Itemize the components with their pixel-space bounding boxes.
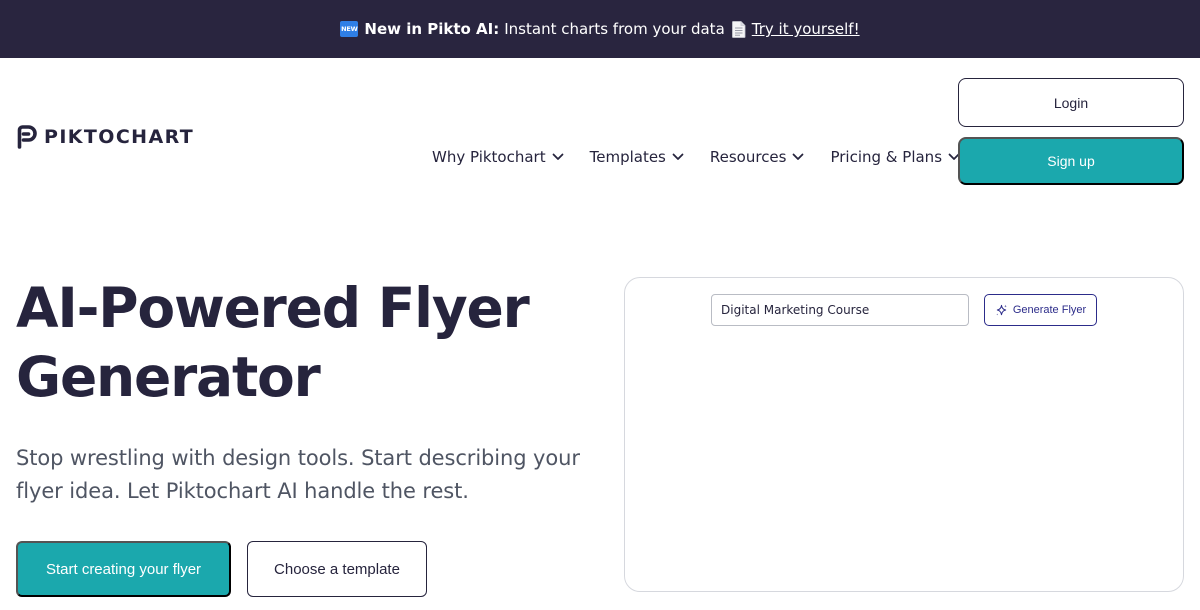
chevron-down-icon [672, 153, 684, 160]
generate-flyer-label: Generate Flyer [1012, 304, 1087, 316]
hero-title-line2: Generator [16, 345, 321, 409]
chevron-down-icon [552, 153, 564, 160]
banner-text: Instant charts from your data [504, 20, 725, 38]
start-creating-flyer-button[interactable]: Start creating your flyer [16, 541, 231, 597]
hero-subtitle-line2: flyer idea. Let Piktochart AI handle the… [16, 479, 469, 503]
login-button[interactable]: Login [958, 78, 1184, 127]
choose-template-button[interactable]: Choose a template [247, 541, 427, 597]
nav-item-label: Resources [709, 148, 787, 166]
nav-item-resources[interactable]: Resources [710, 148, 805, 166]
nav-item-templates[interactable]: Templates [590, 148, 684, 166]
generate-flyer-button[interactable]: Generate Flyer [984, 294, 1097, 326]
chevron-down-icon [793, 153, 804, 160]
sparkle-icon [996, 304, 1007, 315]
new-badge-icon: NEW [340, 21, 359, 37]
try-it-yourself-link[interactable]: Try it yourself! [752, 20, 860, 38]
flyer-prompt-input[interactable] [711, 294, 969, 326]
piktochart-logo-icon [17, 125, 37, 149]
logo-wordmark: PIKTOCHART [44, 126, 195, 148]
nav-item-pricing-plans[interactable]: Pricing & Plans [830, 148, 960, 166]
signup-button[interactable]: Sign up [958, 137, 1184, 185]
document-icon [731, 20, 746, 38]
nav-item-label: Why Piktochart [432, 148, 546, 166]
hero-subtitle: Stop wrestling with design tools. Start … [16, 442, 596, 508]
banner-strong-text: New in Pikto AI: [364, 20, 500, 38]
nav-item-why-piktochart[interactable]: Why Piktochart [432, 148, 564, 166]
hero-title-line1: AI-Powered Flyer [16, 276, 530, 340]
nav-item-label: Templates [589, 148, 666, 166]
flyer-generator-demo-panel: Generate Flyer [624, 277, 1184, 592]
main-nav: Why Piktochart Templates Resources Prici… [432, 144, 960, 170]
nav-item-label: Pricing & Plans [830, 148, 943, 166]
announcement-banner: NEW New in Pikto AI: Instant charts from… [0, 0, 1200, 58]
piktochart-logo[interactable]: PIKTOCHART [16, 125, 194, 149]
hero-subtitle-line1: Stop wrestling with design tools. Start … [16, 446, 580, 470]
hero-title: AI-Powered Flyer Generator [16, 274, 596, 412]
